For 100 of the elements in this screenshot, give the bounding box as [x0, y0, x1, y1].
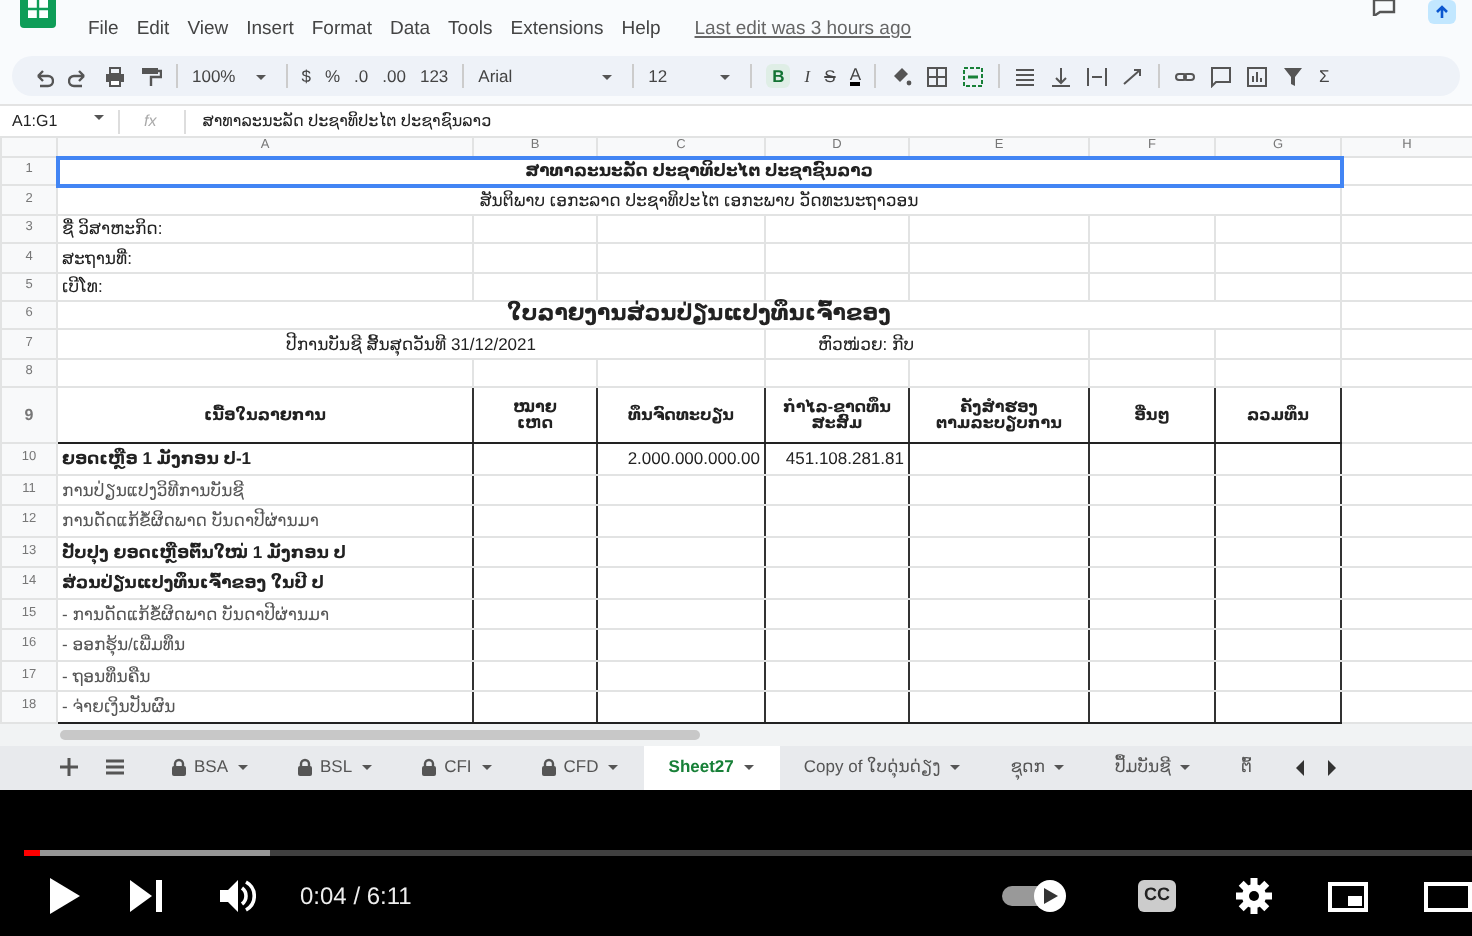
column-title-cell[interactable]: ກຳໄລ-ຂາດທຶນ ສະສົມ — [765, 387, 909, 444]
progress-bar[interactable] — [24, 850, 1472, 856]
sheet-cell[interactable]: ຊື່ ວິສາຫະກິດ: — [57, 214, 473, 244]
decrease-decimals-button[interactable]: .0 — [354, 63, 369, 89]
column-title-cell[interactable]: ອື່ນໆ — [1089, 387, 1215, 444]
sheet-cell[interactable]: ຍອດເຫຼືອ 1 ມັງກອນ ປ-1 — [57, 443, 473, 475]
sheet-cell[interactable]: - ການດັດແກ້ຂໍ້ຜິດພາດ ບັນດາປີຜ່ານມາ — [57, 598, 473, 630]
sheet-cell[interactable]: ຫົວໜ່ວຍ: ກີບ — [765, 329, 1089, 359]
menu-item[interactable]: Format — [311, 16, 372, 45]
formula-content[interactable]: ສາທາລະນະລັດ ປະຊາທິປະໄຕ ປະຊາຊົນລາວ — [186, 109, 492, 133]
sheet-cell[interactable]: ປັບປຸງ ຍອດເຫຼືອຕົ້ນໃໝ່ 1 ມັງກອນ ປ — [57, 536, 473, 568]
sheet-cell[interactable]: - ຖອນທຶນຄືນ — [57, 660, 473, 692]
increase-decimals-button[interactable]: .00 — [382, 63, 406, 89]
caret-icon — [236, 760, 251, 775]
volume-icon[interactable] — [220, 880, 256, 912]
sheet-cell[interactable]: ການປ່ຽນແປງວິທີການບັນຊີ — [57, 474, 473, 506]
theater-mode-icon[interactable] — [1424, 881, 1472, 911]
column-title-cell[interactable]: ໝາຍ ເຫດ — [473, 387, 597, 444]
sheet-tab[interactable]: Sheet27 — [644, 745, 780, 790]
menu-item[interactable]: Edit — [136, 16, 170, 45]
sheet-tab[interactable]: BSA — [148, 745, 275, 790]
sheet-cell[interactable]: ເບີໂທ: — [57, 272, 473, 301]
print-icon[interactable] — [104, 65, 126, 87]
name-box[interactable]: A1:G1 — [0, 109, 120, 133]
sheet-cell[interactable]: ສະຖານທີ່: — [57, 243, 473, 273]
sheet-tab[interactable]: CFI — [398, 745, 518, 790]
caret-icon — [741, 760, 756, 775]
sheet-tab[interactable]: ປຶ້ມບັນຊີ — [1090, 745, 1217, 790]
menu-item[interactable]: Help — [621, 16, 661, 45]
paint-format-icon[interactable] — [140, 65, 162, 87]
share-icon[interactable] — [1428, 0, 1456, 24]
redo-icon[interactable] — [68, 65, 90, 87]
menu-item[interactable]: View — [187, 16, 229, 45]
subtitle-cell[interactable]: ສັນຕິພາບ ເອກະລາດ ປະຊາທິປະໄຕ ເອກະພາບ ວັດທະນະຖາວອນ — [57, 185, 1341, 215]
sheet-cell[interactable]: - ອອກຮຸ້ນ/ເພີ່ມທຶນ — [57, 629, 473, 661]
filter-icon[interactable] — [1282, 65, 1305, 87]
text-rotate-icon[interactable] — [1122, 65, 1145, 87]
borders-icon[interactable] — [926, 65, 949, 87]
sheet-cell[interactable]: 2.000.000.000.00 — [597, 443, 765, 475]
more-formats-button[interactable]: 123 — [419, 63, 449, 89]
menu-item[interactable]: Extensions — [510, 16, 604, 45]
sheet-tab[interactable]: Copy of ໃບດຸ່ນດ່ຽງ — [779, 745, 987, 790]
column-title-cell[interactable]: ລວມທຶນ — [1215, 387, 1341, 444]
menu-item[interactable]: File — [88, 16, 119, 45]
text-wrap-icon[interactable] — [1086, 65, 1109, 87]
column-title-cell[interactable]: ທຶນຈົດທະບຽນ — [597, 387, 765, 444]
sheet-tab[interactable]: ຕົ້ — [1216, 745, 1276, 790]
caret-icon[interactable] — [92, 109, 106, 123]
sheet-cell[interactable]: ປີການບັນຊີ ສິ້ນສຸດວັນທີ 31/12/2021 — [57, 329, 765, 359]
add-sheet-icon[interactable] — [60, 758, 78, 777]
menu-item[interactable]: Tools — [448, 16, 493, 45]
caret-icon — [360, 760, 375, 775]
italic-button[interactable]: I — [804, 63, 811, 89]
settings-icon[interactable] — [1236, 878, 1272, 914]
scroll-right-icon[interactable] — [1323, 759, 1340, 776]
fill-color-icon[interactable] — [890, 65, 913, 87]
caret-icon — [606, 760, 621, 775]
caret-icon — [479, 760, 494, 775]
align-icon[interactable] — [1014, 65, 1037, 87]
play-icon[interactable] — [48, 878, 80, 914]
vertical-align-icon[interactable] — [1050, 65, 1073, 87]
row-number[interactable]: 9 — [1, 387, 57, 444]
currency-button[interactable]: $ — [301, 63, 311, 89]
miniplayer-icon[interactable] — [1328, 881, 1368, 911]
last-edit-link[interactable]: Last edit was 3 hours ago — [694, 16, 912, 45]
title-cell[interactable]: ສາທາລະນະລັດ ປະຊາທິປະໄຕ ປະຊາຊົນລາວ — [57, 157, 1341, 186]
sheet-tab[interactable]: ຊຸດກ — [986, 745, 1091, 790]
chart-icon[interactable] — [1246, 65, 1269, 87]
comment-icon[interactable] — [1372, 0, 1396, 16]
undo-icon[interactable] — [32, 65, 54, 87]
column-title-cell[interactable]: ຄັງສຳຮອງ ຕາມລະບຽບການ — [909, 387, 1089, 444]
sheet-cell[interactable]: - ຈ່າຍເງິນປັນຜົນ — [57, 691, 473, 723]
font-size-select[interactable]: 12 — [648, 63, 701, 89]
bold-button[interactable]: B — [766, 63, 791, 89]
functions-button[interactable]: Σ — [1318, 63, 1330, 89]
zoom-select[interactable]: 100% — [192, 63, 236, 89]
sheet-tab[interactable]: CFD — [517, 745, 645, 790]
time-display: 0:04 / 6:11 — [300, 880, 412, 914]
caret-icon — [1052, 760, 1067, 775]
percent-button[interactable]: % — [324, 63, 341, 89]
menu-item[interactable]: Data — [389, 16, 431, 45]
scroll-left-icon[interactable] — [1291, 759, 1308, 776]
menu-item[interactable]: Insert — [246, 16, 294, 45]
comment-icon[interactable] — [1210, 65, 1233, 87]
font-select[interactable]: Arial — [478, 63, 583, 89]
heading-cell[interactable]: ໃບລາຍງານສ່ວນປ່ຽນແປງທຶນເຈົ້າຂອງ — [57, 300, 1341, 330]
merge-cells-icon[interactable] — [962, 65, 985, 87]
autoplay-toggle[interactable] — [1002, 878, 1070, 914]
column-title-cell[interactable]: ເນື້ອໃນລາຍການ — [57, 387, 473, 444]
sheet-cell[interactable]: ການດັດແກ້ຂໍ້ຜິດພາດ ບັນດາປີຜ່ານມາ — [57, 505, 473, 537]
caret-icon — [1178, 760, 1193, 775]
text-color-button[interactable]: A — [849, 65, 861, 87]
captions-button[interactable]: CC — [1138, 880, 1176, 912]
sheet-list-icon[interactable] — [106, 758, 124, 777]
sheet-tab[interactable]: BSL — [274, 745, 399, 790]
sheet-cell[interactable]: 451.108.281.81 — [765, 443, 909, 475]
next-icon[interactable] — [130, 880, 162, 912]
sheet-cell[interactable]: ສ່ວນປ່ຽນແປງທຶນເຈົ້າຂອງ ໃນປີ ປ — [57, 567, 473, 599]
strikethrough-button[interactable]: S — [824, 63, 836, 89]
horizontal-scrollbar[interactable] — [60, 729, 700, 740]
